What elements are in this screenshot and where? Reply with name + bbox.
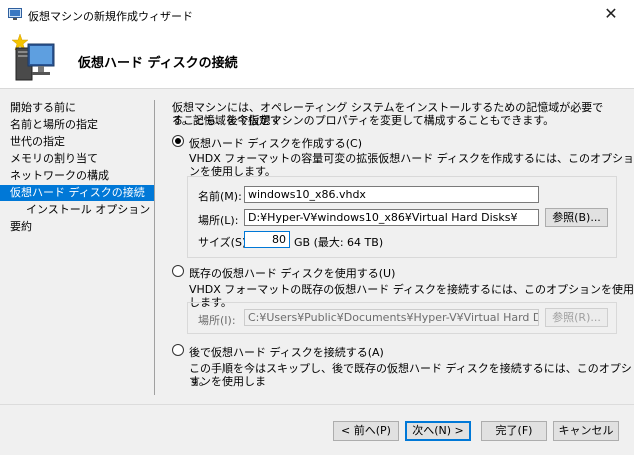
browse-button[interactable]: 参照(B)... (545, 208, 608, 227)
browse-existing-button[interactable]: 参照(R)... (545, 308, 608, 327)
page-title: 仮想ハード ディスクの接続 (78, 56, 238, 71)
location-label: 場所(L): (198, 214, 239, 227)
hyper-v-app-icon (8, 8, 22, 20)
create-vhd-description: VHDX フォーマットの容量可変の拡張仮想ハード ディスクを作成するには、このオ… (189, 152, 634, 178)
close-icon: ✕ (604, 4, 618, 23)
vhd-location-input[interactable]: D:¥Hyper-V¥windows10_x86¥Virtual Hard Di… (244, 209, 539, 226)
title-bar: 仮想マシンの新規作成ウィザード ✕ (0, 0, 634, 30)
size-label: サイズ(S): (198, 236, 250, 249)
attach-later-description-2: す。 (189, 375, 210, 388)
nav-step-install-options[interactable]: インストール オプション (26, 202, 153, 218)
existing-location-label: 場所(I): (198, 314, 236, 327)
nav-step-network[interactable]: ネットワークの構成 (10, 168, 153, 184)
nav-step-memory[interactable]: メモリの割り当て (10, 151, 153, 167)
window-title: 仮想マシンの新規作成ウィザード (28, 10, 193, 23)
vhd-size-input[interactable]: 80 (244, 231, 290, 248)
nav-step-before-you-begin[interactable]: 開始する前に (10, 100, 153, 116)
existing-vhd-location-input[interactable]: C:¥Users¥Public¥Documents¥Hyper-V¥Virtua… (244, 309, 539, 326)
cancel-button[interactable]: キャンセル (553, 421, 619, 441)
nav-step-summary[interactable]: 要約 (10, 219, 153, 235)
radio-use-existing-vhd[interactable] (172, 265, 184, 277)
new-vm-wizard-icon (11, 33, 55, 81)
radio-create-vhd[interactable] (172, 135, 184, 147)
radio-attach-later-label[interactable]: 後で仮想ハード ディスクを接続する(A) (189, 344, 384, 360)
close-button[interactable]: ✕ (596, 3, 626, 25)
radio-use-existing-vhd-label[interactable]: 既存の仮想ハード ディスクを使用する(U) (189, 265, 395, 281)
radio-attach-later[interactable] (172, 344, 184, 356)
nav-step-name-location[interactable]: 名前と場所の指定 (10, 117, 153, 133)
next-button[interactable]: 次へ(N) > (405, 421, 471, 441)
wizard-header: 仮想ハード ディスクの接続 (0, 30, 634, 89)
previous-button[interactable]: < 前へ(P) (333, 421, 399, 441)
footer-divider (0, 404, 634, 405)
vhd-name-input[interactable]: windows10_x86.vhdx (244, 186, 539, 203)
size-unit-label: GB (最大: 64 TB) (294, 236, 384, 249)
sidebar-divider (154, 100, 155, 395)
nav-step-generation[interactable]: 世代の指定 (10, 134, 153, 150)
finish-button[interactable]: 完了(F) (481, 421, 547, 441)
name-label: 名前(M): (198, 190, 242, 203)
nav-step-connect-vhd[interactable]: 仮想ハード ディスクの接続 (0, 185, 154, 201)
radio-create-vhd-label[interactable]: 仮想ハード ディスクを作成する(C) (189, 135, 362, 151)
intro-line-2: ることも、後で仮想マシンのプロパティを変更して構成することもできます。 (172, 114, 555, 127)
